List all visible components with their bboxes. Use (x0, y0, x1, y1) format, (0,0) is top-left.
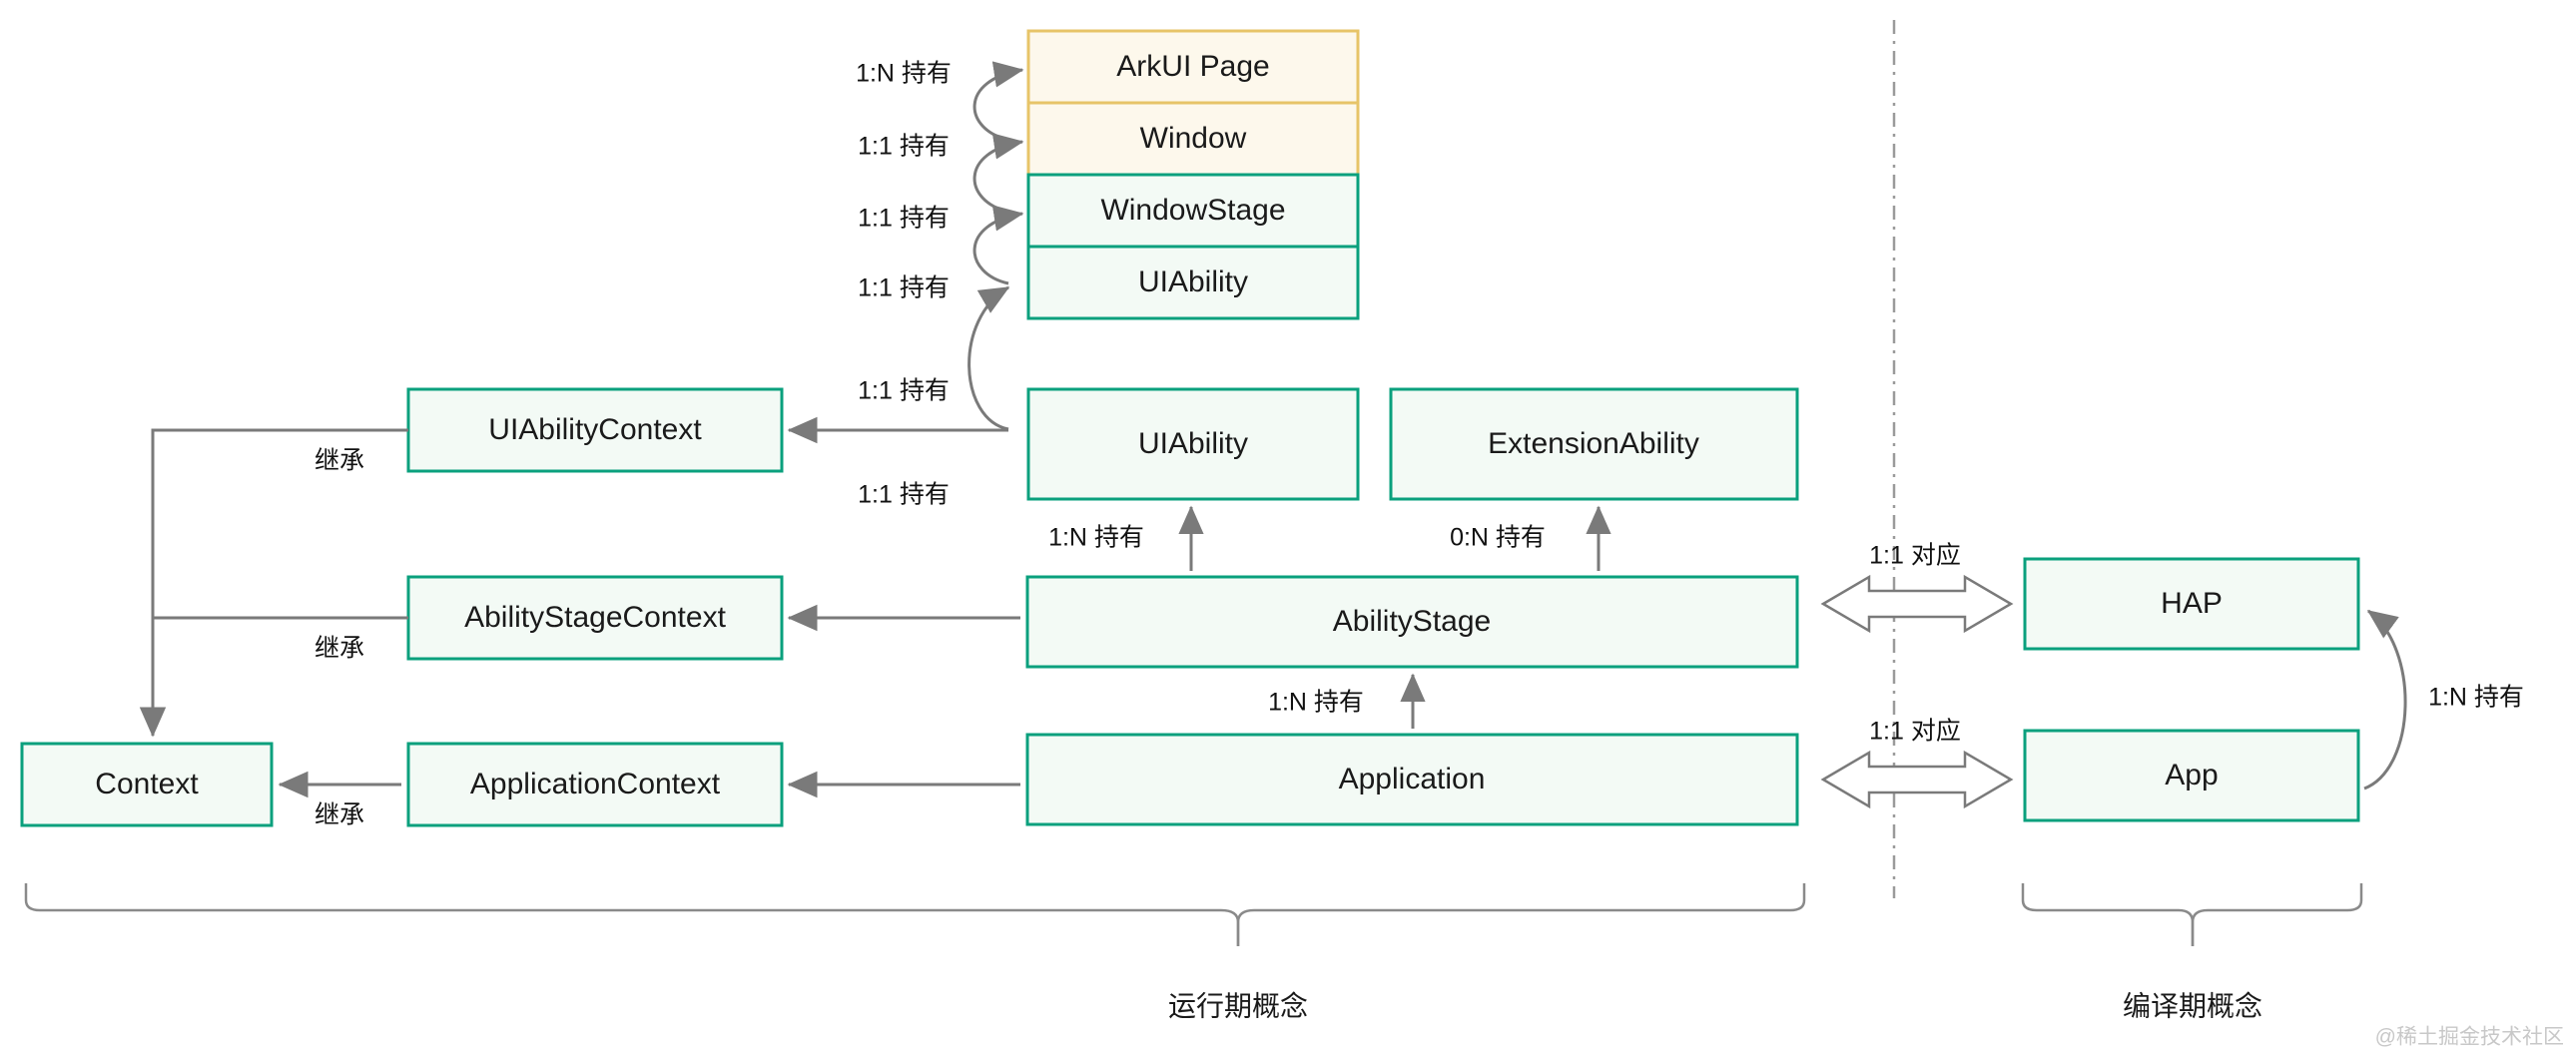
edge-window-to-arkui-page (972, 61, 1024, 142)
label-applicationcontext-inherit: 继承 (315, 801, 364, 829)
box-window-stage-label: WindowStage (1100, 194, 1285, 227)
box-application[interactable]: Application (1025, 733, 1799, 826)
box-app-label: App (2165, 759, 2218, 792)
box-application-context-label: ApplicationContext (470, 768, 721, 800)
label-abilitystage-to-extension: 0:N 持有 (1450, 524, 1546, 552)
box-ui-ability-row[interactable]: UIAbility (1026, 387, 1360, 501)
box-ui-ability-row-label: UIAbility (1138, 427, 1248, 460)
box-arkui-page-label: ArkUI Page (1116, 50, 1269, 83)
label-hap-correspond: 1:1 对应 (1869, 542, 1961, 570)
box-arkui-page[interactable]: ArkUI Page (1026, 29, 1360, 105)
label-application-to-abilitystage: 1:N 持有 (1268, 689, 1364, 717)
box-ability-stage-context[interactable]: AbilityStageContext (406, 575, 784, 661)
brace-compile (2021, 883, 2363, 946)
box-window-label: Window (1140, 122, 1247, 155)
box-application-label: Application (1339, 763, 1486, 795)
label-abilitystage-to-context: 1:1 持有 (858, 377, 950, 405)
caption-compile: 编译期概念 (2123, 990, 2262, 1021)
brace-runtime (24, 883, 1806, 946)
edge-uiability-stack-join (967, 285, 1010, 431)
box-context-label: Context (95, 768, 199, 800)
edge-windowstage-to-window (972, 133, 1024, 214)
box-ability-stage-context-label: AbilityStageContext (464, 601, 726, 634)
label-application-to-appcontext: 1:1 持有 (858, 481, 950, 509)
box-ability-stage-label: AbilityStage (1333, 605, 1491, 638)
edge-uiability-to-windowstage (972, 205, 1024, 285)
box-window-stage[interactable]: WindowStage (1026, 173, 1360, 249)
box-ui-ability-context[interactable]: UIAbilityContext (406, 387, 784, 473)
box-ui-ability-label: UIAbility (1138, 265, 1248, 298)
label-page-to-window: 1:N 持有 (856, 60, 952, 88)
label-app-to-hap: 1:N 持有 (2428, 684, 2524, 712)
box-ui-ability[interactable]: UIAbility (1026, 245, 1360, 320)
label-stage-to-ability: 1:1 持有 (858, 205, 950, 233)
box-ui-ability-context-label: UIAbilityContext (488, 413, 702, 446)
label-uiabilitycontext-inherit: 继承 (315, 447, 364, 475)
label-app-correspond: 1:1 对应 (1869, 718, 1961, 746)
box-window[interactable]: Window (1026, 101, 1360, 177)
edge-abilitystage-to-hap (1820, 574, 2014, 634)
architecture-diagram: ArkUI Page Window WindowStage UIAbility … (20, 20, 2564, 1049)
edge-uiabilitycontext-inherit (139, 428, 408, 738)
edge-application-to-app (1820, 750, 2014, 809)
box-ability-stage[interactable]: AbilityStage (1025, 575, 1799, 669)
box-context[interactable]: Context (20, 742, 274, 827)
box-hap[interactable]: HAP (2023, 557, 2360, 651)
watermark-label: @稀土掘金技术社区 (2375, 1026, 2564, 1049)
label-ability-to-context: 1:1 持有 (858, 274, 950, 302)
diagram-canvas: ArkUI Page Window WindowStage UIAbility … (0, 0, 2576, 1056)
caption-runtime: 运行期概念 (1168, 990, 1308, 1021)
box-extension-ability[interactable]: ExtensionAbility (1389, 387, 1799, 501)
edge-app-to-hap (2363, 609, 2407, 791)
box-application-context[interactable]: ApplicationContext (406, 742, 784, 827)
box-app[interactable]: App (2023, 729, 2360, 822)
label-abilitystage-to-uiability: 1:N 持有 (1048, 524, 1144, 552)
label-abilitystagecontext-inherit: 继承 (315, 635, 364, 663)
label-window-to-stage: 1:1 持有 (858, 133, 950, 161)
box-extension-ability-label: ExtensionAbility (1488, 427, 1699, 460)
box-hap-label: HAP (2161, 587, 2223, 620)
